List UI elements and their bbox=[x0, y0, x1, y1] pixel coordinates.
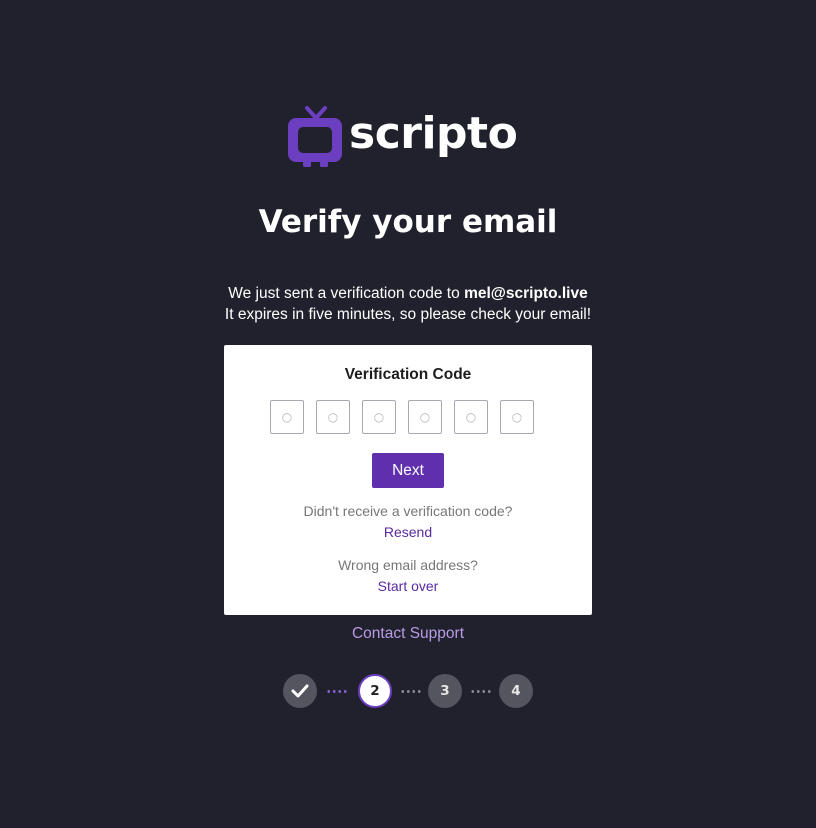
wrong-email-question: Wrong email address? bbox=[338, 557, 478, 573]
code-digit-1[interactable]: ○ bbox=[270, 400, 304, 434]
step-2-current: 2 bbox=[358, 674, 392, 708]
step-connector-3 bbox=[470, 690, 492, 693]
page-title: Verify your email bbox=[258, 204, 558, 240]
resend-link[interactable]: Resend bbox=[224, 522, 592, 543]
brand-name: scripto bbox=[349, 108, 518, 159]
email-address: mel@scripto.live bbox=[464, 285, 588, 302]
resend-question: Didn't receive a verification code? bbox=[303, 503, 513, 519]
code-digit-5[interactable]: ○ bbox=[454, 400, 488, 434]
support-section: Contact Support bbox=[0, 625, 816, 643]
verification-code-label: Verification Code bbox=[344, 366, 472, 383]
start-over-link[interactable]: Start over bbox=[224, 576, 592, 597]
step-1-complete bbox=[283, 674, 317, 708]
progress-steps: 2 3 4 bbox=[283, 674, 543, 708]
brand-logo: scripto bbox=[287, 106, 537, 168]
step-3: 3 bbox=[428, 674, 462, 708]
code-digit-4[interactable]: ○ bbox=[408, 400, 442, 434]
resend-section: Didn't receive a verification code? Rese… bbox=[224, 501, 592, 543]
intro-line-1: We just sent a verification code to mel@… bbox=[0, 283, 816, 304]
step-connector-1 bbox=[326, 690, 348, 693]
contact-support-link[interactable]: Contact Support bbox=[352, 625, 464, 642]
code-inputs: ○ ○ ○ ○ ○ ○ bbox=[270, 400, 534, 434]
next-button[interactable]: Next bbox=[372, 453, 444, 488]
checkmark-icon bbox=[291, 684, 309, 698]
intro-text: We just sent a verification code to mel@… bbox=[0, 283, 816, 325]
step-connector-2 bbox=[400, 690, 422, 693]
intro-line-2: It expires in five minutes, so please ch… bbox=[224, 306, 592, 323]
code-digit-3[interactable]: ○ bbox=[362, 400, 396, 434]
wrong-email-section: Wrong email address? Start over bbox=[224, 555, 592, 597]
tv-icon bbox=[288, 106, 342, 167]
step-4: 4 bbox=[499, 674, 533, 708]
code-digit-6[interactable]: ○ bbox=[500, 400, 534, 434]
code-digit-2[interactable]: ○ bbox=[316, 400, 350, 434]
verification-card: Verification Code ○ ○ ○ ○ ○ ○ Next Didn'… bbox=[224, 345, 592, 615]
intro-prefix: We just sent a verification code to bbox=[228, 285, 460, 302]
